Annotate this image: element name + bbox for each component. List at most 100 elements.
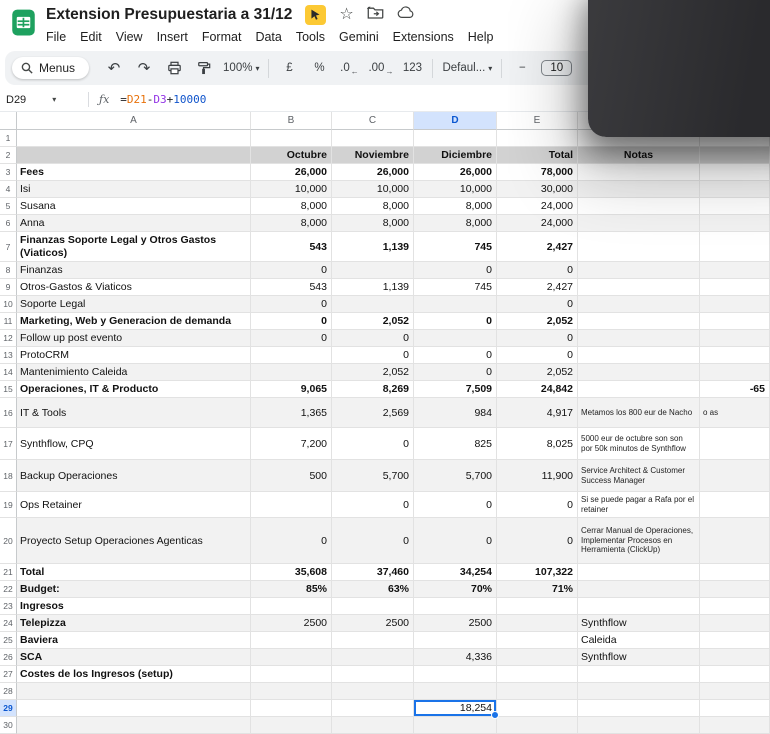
cell-E18[interactable]: 11,900: [497, 460, 578, 492]
cell-C28[interactable]: [332, 683, 414, 700]
cell-G24[interactable]: [700, 615, 770, 632]
cell-B30[interactable]: [251, 717, 332, 734]
cell-A9[interactable]: Otros-Gastos & Viaticos: [17, 279, 251, 296]
decrease-font-size-button[interactable]: −: [507, 56, 537, 80]
cell-D26[interactable]: 4,336: [414, 649, 497, 666]
zoom-select[interactable]: 100% ▾: [219, 56, 263, 80]
undo-button[interactable]: ↶: [99, 56, 129, 80]
cell-A13[interactable]: ProtoCRM: [17, 347, 251, 364]
cell-E4[interactable]: 30,000: [497, 181, 578, 198]
percent-format-button[interactable]: %: [304, 56, 334, 80]
menu-edit[interactable]: Edit: [73, 28, 109, 46]
cell-A25[interactable]: Baviera: [17, 632, 251, 649]
cell-B23[interactable]: [251, 598, 332, 615]
cloud-status-icon[interactable]: [397, 6, 415, 24]
cell-C26[interactable]: [332, 649, 414, 666]
cell-C8[interactable]: [332, 262, 414, 279]
paint-format-button[interactable]: [189, 56, 219, 80]
cell-E10[interactable]: 0: [497, 296, 578, 313]
cell-D3[interactable]: 26,000: [414, 164, 497, 181]
cell-A7[interactable]: Finanzas Soporte Legal y Otros Gastos (V…: [17, 232, 251, 262]
cell-G16[interactable]: o as: [700, 398, 770, 428]
row-header-16[interactable]: 16: [0, 398, 17, 428]
cell-G23[interactable]: [700, 598, 770, 615]
cell-G26[interactable]: [700, 649, 770, 666]
cell-G11[interactable]: [700, 313, 770, 330]
cell-A14[interactable]: Mantenimiento Caleida: [17, 364, 251, 381]
cell-C1[interactable]: [332, 130, 414, 147]
cell-G19[interactable]: [700, 492, 770, 518]
menu-data[interactable]: Data: [248, 28, 288, 46]
cell-C12[interactable]: 0: [332, 330, 414, 347]
print-button[interactable]: [159, 56, 189, 80]
cell-A12[interactable]: Follow up post evento: [17, 330, 251, 347]
cell-C30[interactable]: [332, 717, 414, 734]
cell-D30[interactable]: [414, 717, 497, 734]
cell-F17[interactable]: 5000 eur de octubre son son por 50k minu…: [578, 428, 700, 460]
cell-E22[interactable]: 71%: [497, 581, 578, 598]
cell-F5[interactable]: [578, 198, 700, 215]
cell-D13[interactable]: 0: [414, 347, 497, 364]
cell-E9[interactable]: 2,427: [497, 279, 578, 296]
cell-A8[interactable]: Finanzas: [17, 262, 251, 279]
cell-A1[interactable]: [17, 130, 251, 147]
row-header-19[interactable]: 19: [0, 492, 17, 518]
cell-G3[interactable]: [700, 164, 770, 181]
cell-E3[interactable]: 78,000: [497, 164, 578, 181]
cell-D5[interactable]: 8,000: [414, 198, 497, 215]
row-header-14[interactable]: 14: [0, 364, 17, 381]
cell-B17[interactable]: 7,200: [251, 428, 332, 460]
cell-D25[interactable]: [414, 632, 497, 649]
cell-B5[interactable]: 8,000: [251, 198, 332, 215]
cell-B14[interactable]: [251, 364, 332, 381]
row-header-22[interactable]: 22: [0, 581, 17, 598]
cell-G5[interactable]: [700, 198, 770, 215]
cell-C5[interactable]: 8,000: [332, 198, 414, 215]
star-icon[interactable]: ☆: [339, 7, 353, 23]
menu-view[interactable]: View: [109, 28, 150, 46]
cell-G8[interactable]: [700, 262, 770, 279]
cell-E28[interactable]: [497, 683, 578, 700]
cell-C22[interactable]: 63%: [332, 581, 414, 598]
cell-C19[interactable]: 0: [332, 492, 414, 518]
cell-F7[interactable]: [578, 232, 700, 262]
cell-B2[interactable]: Octubre: [251, 147, 332, 164]
cell-C15[interactable]: 8,269: [332, 381, 414, 398]
cell-F28[interactable]: [578, 683, 700, 700]
cell-D11[interactable]: 0: [414, 313, 497, 330]
row-header-10[interactable]: 10: [0, 296, 17, 313]
cell-D17[interactable]: 825: [414, 428, 497, 460]
cell-A30[interactable]: [17, 717, 251, 734]
cell-F29[interactable]: [578, 700, 700, 717]
row-header-28[interactable]: 28: [0, 683, 17, 700]
cell-A17[interactable]: Synthflow, CPQ: [17, 428, 251, 460]
cell-D16[interactable]: 984: [414, 398, 497, 428]
cell-A23[interactable]: Ingresos: [17, 598, 251, 615]
cell-G15[interactable]: -65: [700, 381, 770, 398]
cell-G28[interactable]: [700, 683, 770, 700]
cell-C9[interactable]: 1,139: [332, 279, 414, 296]
menu-file[interactable]: File: [39, 28, 73, 46]
cell-F27[interactable]: [578, 666, 700, 683]
cell-A24[interactable]: Telepizza: [17, 615, 251, 632]
cell-E27[interactable]: [497, 666, 578, 683]
cell-B28[interactable]: [251, 683, 332, 700]
cell-F10[interactable]: [578, 296, 700, 313]
menu-extensions[interactable]: Extensions: [386, 28, 461, 46]
cell-A28[interactable]: [17, 683, 251, 700]
cell-C4[interactable]: 10,000: [332, 181, 414, 198]
row-header-21[interactable]: 21: [0, 564, 17, 581]
cell-F23[interactable]: [578, 598, 700, 615]
column-header-E[interactable]: E: [497, 112, 578, 130]
cell-G9[interactable]: [700, 279, 770, 296]
cell-E2[interactable]: Total: [497, 147, 578, 164]
cell-D23[interactable]: [414, 598, 497, 615]
cell-E7[interactable]: 2,427: [497, 232, 578, 262]
row-header-1[interactable]: 1: [0, 130, 17, 147]
menu-gemini[interactable]: Gemini: [332, 28, 386, 46]
cell-F2[interactable]: Notas: [578, 147, 700, 164]
cell-E29[interactable]: [497, 700, 578, 717]
cell-C24[interactable]: 2500: [332, 615, 414, 632]
cell-E12[interactable]: 0: [497, 330, 578, 347]
cell-B16[interactable]: 1,365: [251, 398, 332, 428]
